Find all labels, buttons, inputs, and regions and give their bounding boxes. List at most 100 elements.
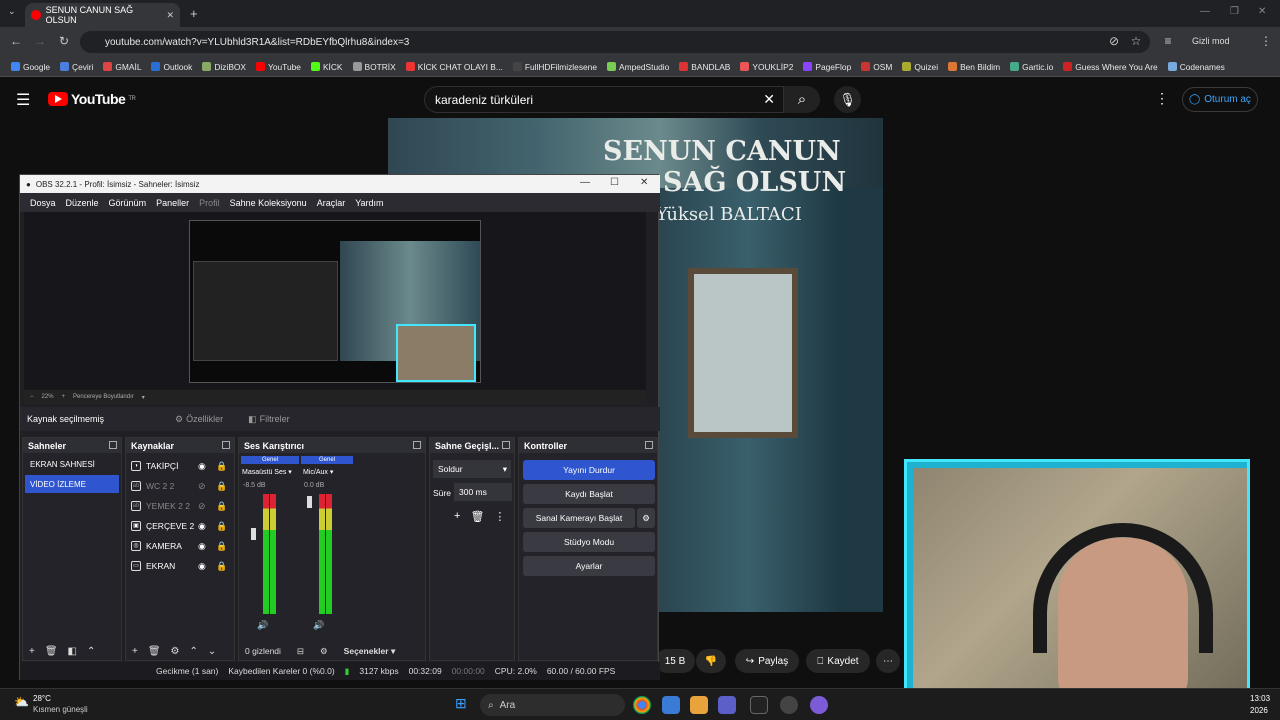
source-item[interactable]: ◑ TAKİPÇİ ◉ 🔒 <box>126 456 234 476</box>
studio-mode-button[interactable]: Stüdyo Modu <box>523 532 655 552</box>
signin-button[interactable]: ◯ Oturum aç <box>1182 87 1258 112</box>
reading-list-icon[interactable]: ≡ <box>1160 33 1176 49</box>
trash-icon[interactable]: 🗑 <box>148 646 161 657</box>
forward-icon[interactable]: → <box>32 33 48 49</box>
ch2-speaker-icon[interactable]: 🔊 <box>313 620 324 631</box>
bookmark-item[interactable]: KİCK <box>306 62 348 72</box>
lock-icon[interactable]: 🔒 <box>216 501 227 512</box>
stop-stream-button[interactable]: Yayını Durdur <box>523 460 655 480</box>
menu-icon[interactable]: ⋮ <box>1258 33 1274 49</box>
up-icon[interactable]: ⌃ <box>190 646 198 657</box>
voice-search-icon[interactable]: 🎙 <box>834 86 861 113</box>
back-icon[interactable]: ← <box>8 33 24 49</box>
star-icon[interactable]: ☆ <box>1128 33 1144 49</box>
obs-minimize-icon[interactable]: — <box>580 177 590 188</box>
bookmark-item[interactable]: KİCK CHAT OLAYI B... <box>401 62 508 72</box>
more-icon[interactable]: ⋮ <box>494 510 505 523</box>
more-icon[interactable]: ⋮ <box>1155 90 1169 107</box>
add-icon[interactable]: + <box>29 646 35 657</box>
source-item[interactable]: ab WC 2 2 ⊘ 🔒 <box>126 476 234 496</box>
settings-icon[interactable]: ⚙ <box>320 646 328 657</box>
bookmark-item[interactable]: Ben Bildim <box>943 62 1005 72</box>
zoom-out-icon[interactable]: − <box>30 394 34 400</box>
bookmark-item[interactable]: Çeviri <box>55 62 98 72</box>
bookmark-item[interactable]: YouTube <box>251 62 306 72</box>
bookmark-item[interactable]: BANDLAB <box>674 62 735 72</box>
bookmark-item[interactable]: BOTRİX <box>348 62 401 72</box>
close-icon[interactable]: ✕ <box>1258 6 1266 17</box>
fit-window-button[interactable]: Pencereye Boyutlandır <box>73 394 134 400</box>
lock-icon[interactable]: 🔒 <box>216 521 227 532</box>
add-icon[interactable]: + <box>132 646 138 657</box>
bookmark-item[interactable]: Quizei <box>897 62 943 72</box>
visibility-icon[interactable]: ◉ <box>198 521 206 532</box>
tab-close-icon[interactable]: ✕ <box>166 10 174 21</box>
visibility-icon[interactable]: ◉ <box>198 461 206 472</box>
bookmark-item[interactable]: Codenames <box>1163 62 1230 72</box>
source-item[interactable]: ▣ ÇERÇEVE 2 ◉ 🔒 <box>126 516 234 536</box>
start-record-button[interactable]: Kaydı Başlat <box>523 484 655 504</box>
ch1-volume-slider[interactable] <box>251 528 256 540</box>
filter-icon[interactable]: ◧ <box>68 646 77 657</box>
obs-preview[interactable] <box>24 212 646 390</box>
bookmark-item[interactable]: FullHDFilmizlesene <box>508 62 602 72</box>
obs-maximize-icon[interactable]: ☐ <box>610 177 619 188</box>
lock-icon[interactable]: 🔒 <box>216 461 227 472</box>
folder-icon[interactable] <box>690 696 708 714</box>
add-icon[interactable]: + <box>454 510 460 523</box>
chevron-down-icon[interactable]: ▾ <box>142 394 145 401</box>
tab-search-icon[interactable]: ⌄ <box>8 6 16 17</box>
visibility-icon[interactable]: ◉ <box>198 541 206 552</box>
bookmark-item[interactable]: Gartic.io <box>1005 62 1058 72</box>
share-button[interactable]: ↪ Paylaş <box>735 649 799 673</box>
app-icon[interactable] <box>662 696 680 714</box>
scene-item[interactable]: VİDEO İZLEME <box>25 475 119 493</box>
maximize-icon[interactable]: ❐ <box>1230 6 1239 17</box>
taskbar-search[interactable]: ⌕ Ara <box>480 694 625 716</box>
virtual-cam-button[interactable]: Sanal Kamerayı Başlat <box>523 508 635 528</box>
visibility-icon[interactable]: ⊘ <box>198 481 206 492</box>
save-button[interactable]: ⎕ Kaydet <box>806 649 870 673</box>
lock-icon[interactable]: 🔒 <box>216 541 227 552</box>
undock-icon[interactable] <box>502 441 510 449</box>
app2-icon[interactable] <box>810 696 828 714</box>
source-item[interactable]: ▭ EKRAN ◉ 🔒 <box>126 556 234 576</box>
bookmark-item[interactable]: Outlook <box>146 62 197 72</box>
obs-menu-item[interactable]: Yardım <box>350 198 388 208</box>
teams-icon[interactable] <box>718 696 736 714</box>
more-actions-icon[interactable]: ⋯ <box>876 649 900 673</box>
source-item[interactable]: ab YEMEK 2 2 ⊘ 🔒 <box>126 496 234 516</box>
undock-icon[interactable] <box>222 441 230 449</box>
new-tab-icon[interactable]: + <box>190 6 198 21</box>
chrome-icon[interactable] <box>633 696 651 714</box>
undock-icon[interactable] <box>413 441 421 449</box>
like-button[interactable]: 15 B <box>655 649 695 673</box>
trash-icon[interactable]: 🗑 <box>470 510 484 523</box>
bookmark-item[interactable]: AmpedStudio <box>602 62 674 72</box>
ch2-name[interactable]: Mic/Aux ▾ <box>303 468 333 476</box>
obs-menu-item[interactable]: Dosya <box>25 198 61 208</box>
search-button[interactable]: ⌕ <box>784 86 820 113</box>
incognito-label[interactable]: Gizli mod <box>1192 36 1230 46</box>
obs-taskbar-icon[interactable] <box>780 696 798 714</box>
dislike-icon[interactable]: 👎 <box>696 649 726 673</box>
ch1-name[interactable]: Masaüstü Ses ▾ <box>242 468 292 476</box>
visibility-icon[interactable]: ⊘ <box>198 501 206 512</box>
reload-icon[interactable]: ↻ <box>56 33 72 49</box>
undock-icon[interactable] <box>645 441 653 449</box>
obs-menu-item[interactable]: Profil <box>194 198 225 208</box>
search-input[interactable]: karadeniz türküleri ✕ <box>424 86 784 113</box>
properties-button[interactable]: ⚙ Özellikler <box>175 414 223 425</box>
settings-button[interactable]: Ayarlar <box>523 556 655 576</box>
up-icon[interactable]: ⌃ <box>87 646 95 657</box>
visibility-icon[interactable]: ◉ <box>198 561 206 572</box>
address-bar[interactable]: youtube.com/watch?v=YLUbhld3R1A&list=RDb… <box>80 31 1150 53</box>
bookmark-item[interactable]: GMAİL <box>98 62 146 72</box>
bookmark-item[interactable]: DiziBOX <box>197 62 251 72</box>
start-icon[interactable]: ⊞ <box>455 695 467 712</box>
duration-input[interactable]: 300 ms <box>454 483 512 501</box>
clock-time[interactable]: 13:03 <box>1250 694 1270 703</box>
bookmark-item[interactable]: PageFlop <box>798 62 856 72</box>
lock-icon[interactable]: 🔒 <box>216 561 227 572</box>
scene-item[interactable]: EKRAN SAHNESİ <box>25 455 119 473</box>
